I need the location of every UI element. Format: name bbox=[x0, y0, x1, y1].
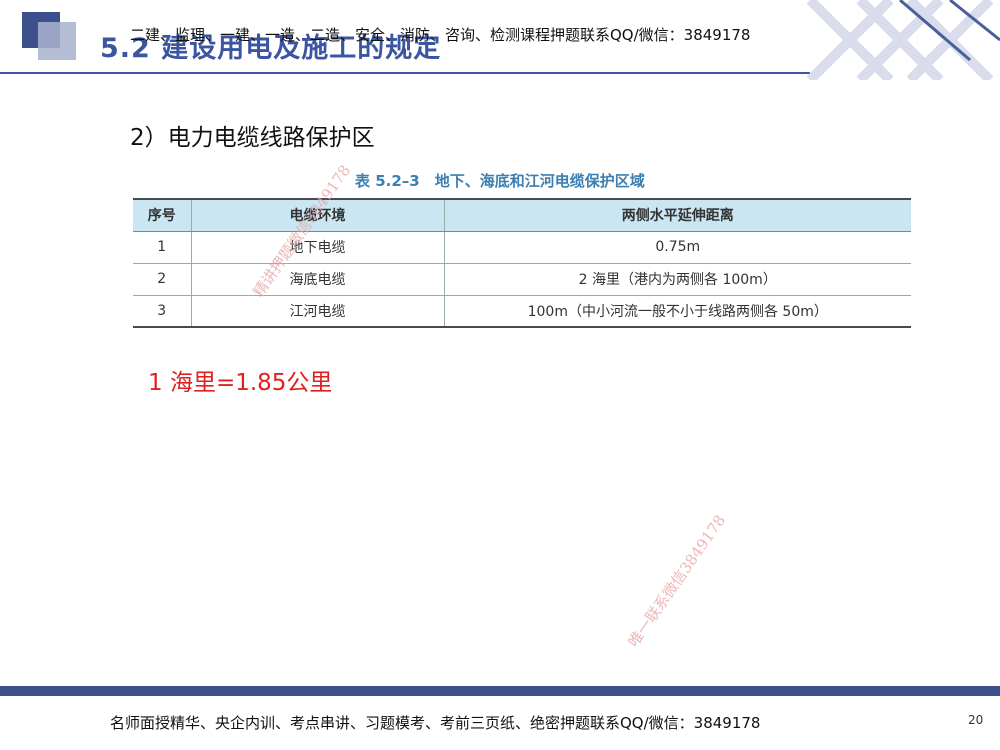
table-cell: 3 bbox=[133, 295, 191, 328]
table-cell: 1 bbox=[133, 231, 191, 264]
header-overlay-text: 二建、监理、一建、一造、二造、安全、消防、咨询、检测课程押题联系QQ/微信：38… bbox=[130, 26, 751, 44]
table-row: 3 江河电缆 100m（中小河流一般不小于线路两侧各 50m） bbox=[133, 295, 911, 328]
table-cell: 江河电缆 bbox=[190, 295, 445, 328]
watermark-text: 唯一联系微信3849178 bbox=[624, 511, 730, 651]
column-header-distance: 两侧水平延伸距离 bbox=[444, 198, 911, 232]
table-cell: 海底电缆 bbox=[190, 263, 445, 296]
conversion-note: 1 海里=1.85公里 bbox=[148, 370, 333, 396]
page-number: 20 bbox=[968, 713, 984, 727]
header-decoration bbox=[806, 0, 1000, 80]
table-cell: 2 海里（港内为两侧各 100m） bbox=[444, 263, 911, 296]
footer-text: 名师面授精华、央企内训、考点串讲、习题模考、考前三页纸、绝密押题联系QQ/微信：… bbox=[110, 714, 761, 732]
cable-protection-table: 序号 电缆环境 两侧水平延伸距离 1 地下电缆 0.75m 2 海底电缆 2 海… bbox=[133, 198, 911, 328]
table-caption: 表 5.2–3 地下、海底和江河电缆保护区域 bbox=[355, 172, 645, 190]
footer-bar bbox=[0, 686, 1000, 696]
table-cell: 地下电缆 bbox=[190, 231, 445, 264]
table-row: 1 地下电缆 0.75m bbox=[133, 231, 911, 264]
section-subheading: 2）电力电缆线路保护区 bbox=[130, 125, 375, 151]
column-header-index: 序号 bbox=[133, 198, 191, 232]
table-cell: 0.75m bbox=[444, 231, 911, 264]
table-header-row: 序号 电缆环境 两侧水平延伸距离 bbox=[133, 198, 911, 232]
table-cell: 2 bbox=[133, 263, 191, 296]
header-square-light bbox=[38, 22, 76, 60]
table-cell: 100m（中小河流一般不小于线路两侧各 50m） bbox=[444, 295, 911, 328]
header-divider bbox=[0, 72, 810, 74]
